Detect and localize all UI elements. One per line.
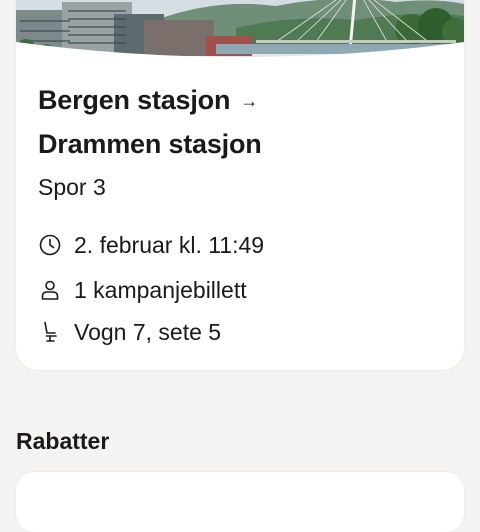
ticket-card[interactable]: Bergen stasjon → Drammen stasjon Spor 3 …: [16, 0, 464, 370]
departure-station-name: Bergen stasjon: [38, 84, 231, 115]
departure-time-row: 2. februar kl. 11:49: [38, 230, 264, 260]
ticket-type-row: 1 kampanjebillett: [38, 275, 247, 305]
ticket-type: 1 kampanjebillett: [74, 276, 247, 303]
clock-icon: [38, 233, 62, 257]
seat-number: Vogn 7, sete 5: [74, 318, 222, 345]
departure-station: Bergen stasjon →: [38, 82, 258, 118]
destination-photo: [16, 0, 464, 62]
track-number: Spor 3: [38, 174, 106, 200]
departure-time: 2. februar kl. 11:49: [74, 231, 265, 258]
arrival-station: Drammen stasjon: [38, 129, 262, 159]
person-icon: [38, 278, 62, 302]
discounts-heading: Rabatter: [16, 428, 110, 454]
arrow-right-icon: →: [240, 90, 259, 111]
discounts-card[interactable]: [16, 472, 464, 532]
seat-icon: [38, 320, 62, 344]
seat-row: Vogn 7, sete 5: [38, 317, 221, 347]
